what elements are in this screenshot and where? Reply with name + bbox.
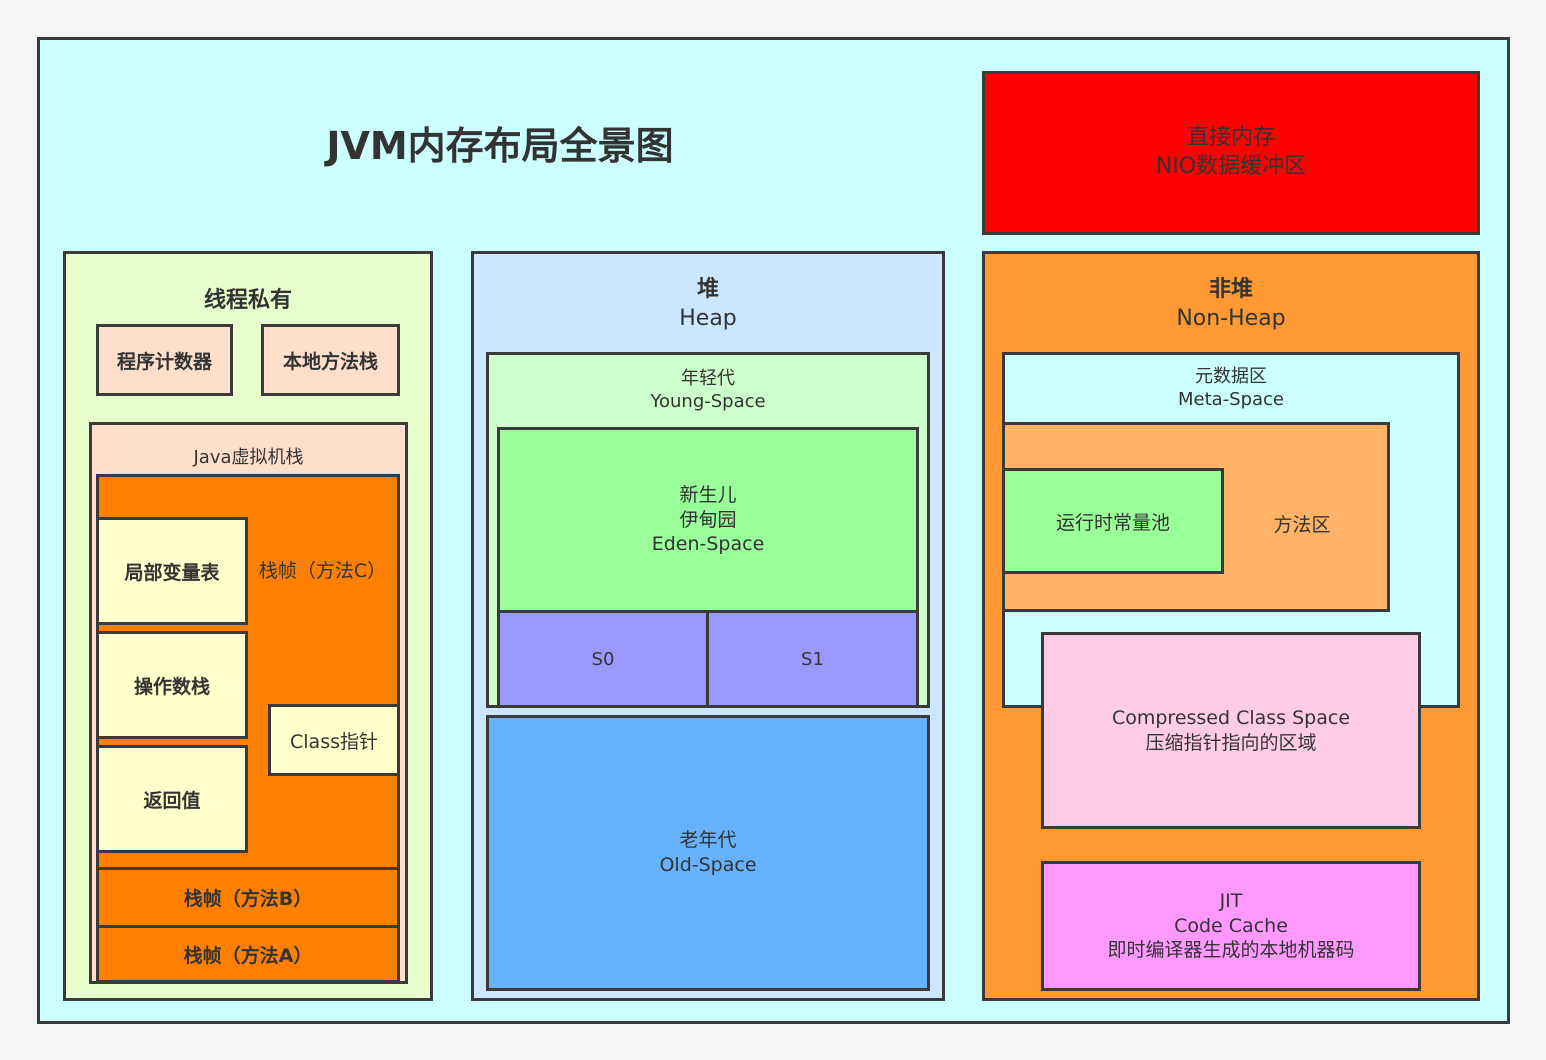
direct-memory-box: 直接内存 NIO数据缓冲区 [982,71,1480,235]
young-generation-cn: 年轻代 [681,368,735,389]
compressed-class-space-cn: 压缩指针指向的区域 [1145,731,1317,754]
non-heap-title-en: Non-Heap [1176,305,1286,331]
meta-space-cn: 元数据区 [1195,366,1267,387]
eden-label-newborn: 新生儿 [679,483,737,506]
program-counter-label: 程序计数器 [116,350,212,373]
old-generation-cn: 老年代 [679,829,737,852]
program-counter-box: 程序计数器 [96,324,233,396]
stack-frame-c-label: 栈帧（方法C） [258,560,387,582]
survivor-s0-label: S0 [591,648,615,670]
diagram-title: JVM内存布局全景图 [326,124,674,168]
native-method-stack-box: 本地方法栈 [261,324,400,396]
nio-buffer-label: NIO数据缓冲区 [1155,154,1307,179]
eden-space-box: 新生儿 伊甸园 Eden-Space [497,427,919,613]
compressed-class-space-en: Compressed Class Space [1111,706,1351,729]
return-value-box: 返回值 [96,745,248,853]
jit-code-cache-box: JIT Code Cache 即时编译器生成的本地机器码 [1041,861,1421,991]
runtime-constant-pool-box: 运行时常量池 [1002,468,1224,574]
heap-title: 堆 Heap [474,276,942,333]
return-value-label: 返回值 [143,789,201,812]
eden-label-en: Eden-Space [651,533,765,556]
old-generation-box: 老年代 Old-Space [486,715,930,991]
jit-label: JIT [1219,889,1243,912]
stack-frame-b-label: 栈帧（方法B） [183,888,313,910]
code-cache-label: Code Cache [1174,914,1288,937]
local-variable-table-box: 局部变量表 [96,517,248,625]
class-pointer-box: Class指针 [268,704,400,776]
class-pointer-label: Class指针 [290,730,378,753]
heap-title-cn: 堆 [696,277,719,302]
method-area-label: 方法区 [1273,514,1331,536]
young-generation-title: 年轻代 Young-Space [489,367,927,414]
thread-private-title: 线程私有 [203,288,292,313]
stack-frame-a: 栈帧（方法A） [96,925,400,983]
heap-title-en: Heap [679,305,737,331]
survivor-s1-label: S1 [801,648,824,670]
direct-memory-label: 直接内存 [1186,125,1275,151]
old-generation-en: Old-Space [659,854,757,876]
non-heap-title-cn: 非堆 [1208,277,1253,302]
java-vm-stack-label: Java虚拟机栈 [193,447,304,468]
compressed-class-space-box: Compressed Class Space 压缩指针指向的区域 [1041,632,1421,829]
non-heap-title: 非堆 Non-Heap [985,276,1477,333]
survivor-s0-box: S0 [497,610,709,708]
meta-space-title: 元数据区 Meta-Space [1005,365,1457,412]
native-method-stack-label: 本地方法栈 [282,350,378,373]
stack-frame-b: 栈帧（方法B） [96,867,400,928]
meta-space-en: Meta-Space [1177,389,1285,411]
young-generation-en: Young-Space [650,391,766,413]
stack-frame-a-label: 栈帧（方法A） [183,944,313,967]
survivor-s1-box: S1 [706,610,919,708]
operand-stack-label: 操作数栈 [133,675,210,698]
eden-label-garden: 伊甸园 [679,508,737,531]
local-variable-table-label: 局部变量表 [124,561,220,584]
jit-native-code-label: 即时编译器生成的本地机器码 [1107,939,1355,962]
operand-stack-box: 操作数栈 [96,631,248,739]
runtime-constant-pool-label: 运行时常量池 [1055,511,1170,534]
